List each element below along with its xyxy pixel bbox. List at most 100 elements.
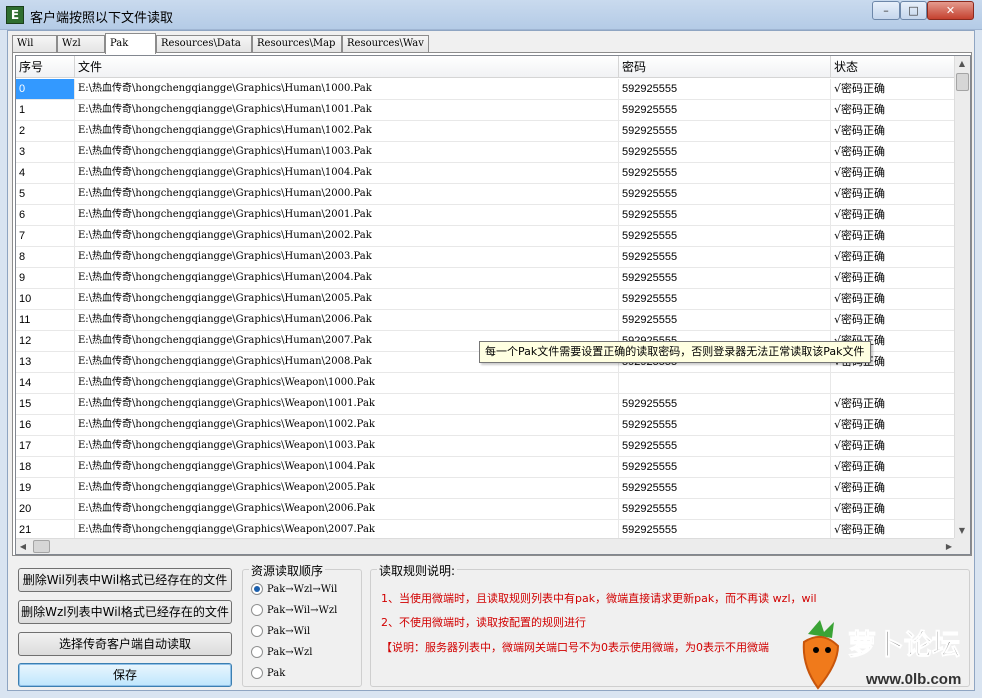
row-status-cell[interactable]: √密码正确 — [831, 100, 956, 120]
table-row[interactable]: 16 E:\热血传奇\hongchengqiangge\Graphics\Weap… — [16, 415, 956, 436]
row-password-cell[interactable]: 592925555 — [619, 268, 831, 288]
row-file-cell[interactable]: E:\热血传奇\hongchengqiangge\Graphics\Weapon… — [75, 436, 619, 456]
row-file-cell[interactable]: E:\热血传奇\hongchengqiangge\Graphics\Human\… — [75, 310, 619, 330]
table-row[interactable]: 7 E:\热血传奇\hongchengqiangge\Graphics\Human… — [16, 226, 956, 247]
row-password-cell[interactable] — [619, 373, 831, 393]
row-password-cell[interactable]: 592925555 — [619, 205, 831, 225]
order-option-4[interactable]: Pak→Wzl — [251, 644, 312, 660]
row-index-cell[interactable]: 18 — [16, 457, 75, 477]
row-file-cell[interactable]: E:\热血传奇\hongchengqiangge\Graphics\Human\… — [75, 247, 619, 267]
row-index-cell[interactable]: 7 — [16, 226, 75, 246]
row-status-cell[interactable]: √密码正确 — [831, 184, 956, 204]
row-status-cell[interactable]: √密码正确 — [831, 310, 956, 330]
row-index-cell[interactable]: 8 — [16, 247, 75, 267]
row-file-cell[interactable]: E:\热血传奇\hongchengqiangge\Graphics\Weapon… — [75, 499, 619, 519]
row-password-cell[interactable]: 592925555 — [619, 310, 831, 330]
row-file-cell[interactable]: E:\热血传奇\hongchengqiangge\Graphics\Human\… — [75, 268, 619, 288]
row-index-cell[interactable]: 9 — [16, 268, 75, 288]
row-index-cell[interactable]: 15 — [16, 394, 75, 414]
scroll-up-icon[interactable]: ▲ — [955, 56, 969, 72]
row-file-cell[interactable]: E:\热血传奇\hongchengqiangge\Graphics\Human\… — [75, 100, 619, 120]
row-password-cell[interactable]: 592925555 — [619, 478, 831, 498]
row-password-cell[interactable]: 592925555 — [619, 121, 831, 141]
row-index-cell[interactable]: 0 — [16, 79, 75, 99]
row-password-cell[interactable]: 592925555 — [619, 415, 831, 435]
row-password-cell[interactable]: 592925555 — [619, 394, 831, 414]
row-status-cell[interactable]: √密码正确 — [831, 394, 956, 414]
vertical-scroll-thumb[interactable] — [956, 73, 969, 91]
row-index-cell[interactable]: 12 — [16, 331, 75, 351]
row-index-cell[interactable]: 6 — [16, 205, 75, 225]
row-status-cell[interactable]: √密码正确 — [831, 121, 956, 141]
tab-resources-data[interactable]: Resources\Data — [156, 35, 252, 53]
column-header-file[interactable]: 文件 — [75, 56, 619, 78]
table-row[interactable]: 3 E:\热血传奇\hongchengqiangge\Graphics\Human… — [16, 142, 956, 163]
row-password-cell[interactable]: 592925555 — [619, 289, 831, 309]
row-file-cell[interactable]: E:\热血传奇\hongchengqiangge\Graphics\Weapon… — [75, 478, 619, 498]
row-file-cell[interactable]: E:\热血传奇\hongchengqiangge\Graphics\Weapon… — [75, 373, 619, 393]
radio-unchecked-icon[interactable] — [251, 646, 263, 658]
delete-wil-button[interactable]: 删除Wil列表中Wil格式已经存在的文件 — [18, 568, 232, 592]
row-status-cell[interactable] — [831, 373, 956, 393]
row-status-cell[interactable]: √密码正确 — [831, 268, 956, 288]
tab-resources-wav[interactable]: Resources\Wav — [342, 35, 429, 53]
vertical-scrollbar[interactable]: ▲ ▼ — [954, 56, 970, 539]
row-password-cell[interactable]: 592925555 — [619, 436, 831, 456]
row-index-cell[interactable]: 14 — [16, 373, 75, 393]
row-index-cell[interactable]: 4 — [16, 163, 75, 183]
delete-wzl-button[interactable]: 删除Wzl列表中Wil格式已经存在的文件 — [18, 600, 232, 624]
radio-unchecked-icon[interactable] — [251, 604, 263, 616]
row-file-cell[interactable]: E:\热血传奇\hongchengqiangge\Graphics\Human\… — [75, 226, 619, 246]
tab-pak[interactable]: Pak — [105, 33, 156, 54]
row-status-cell[interactable]: √密码正确 — [831, 415, 956, 435]
row-index-cell[interactable]: 17 — [16, 436, 75, 456]
row-password-cell[interactable]: 592925555 — [619, 247, 831, 267]
row-index-cell[interactable]: 19 — [16, 478, 75, 498]
row-file-cell[interactable]: E:\热血传奇\hongchengqiangge\Graphics\Human\… — [75, 289, 619, 309]
table-row[interactable]: 6 E:\热血传奇\hongchengqiangge\Graphics\Human… — [16, 205, 956, 226]
table-row[interactable]: 15 E:\热血传奇\hongchengqiangge\Graphics\Weap… — [16, 394, 956, 415]
order-option-2[interactable]: Pak→Wil→Wzl — [251, 602, 337, 618]
row-password-cell[interactable]: 592925555 — [619, 520, 831, 540]
maximize-button[interactable]: □ — [900, 1, 927, 20]
horizontal-scroll-thumb[interactable] — [33, 540, 50, 553]
table-row[interactable]: 4 E:\热血传奇\hongchengqiangge\Graphics\Human… — [16, 163, 956, 184]
row-file-cell[interactable]: E:\热血传奇\hongchengqiangge\Graphics\Human\… — [75, 121, 619, 141]
table-row[interactable]: 20 E:\热血传奇\hongchengqiangge\Graphics\Weap… — [16, 499, 956, 520]
table-row[interactable]: 0 E:\热血传奇\hongchengqiangge\Graphics\Human… — [16, 79, 956, 100]
order-option-5[interactable]: Pak — [251, 665, 285, 681]
row-password-cell[interactable]: 592925555 — [619, 100, 831, 120]
row-password-cell[interactable]: 592925555 — [619, 79, 831, 99]
table-row[interactable]: 8 E:\热血传奇\hongchengqiangge\Graphics\Human… — [16, 247, 956, 268]
order-option-3[interactable]: Pak→Wil — [251, 623, 310, 639]
order-option-1[interactable]: Pak→Wzl→Wil — [251, 581, 337, 597]
row-file-cell[interactable]: E:\热血传奇\hongchengqiangge\Graphics\Weapon… — [75, 457, 619, 477]
row-password-cell[interactable]: 592925555 — [619, 184, 831, 204]
row-file-cell[interactable]: E:\热血传奇\hongchengqiangge\Graphics\Human\… — [75, 142, 619, 162]
row-password-cell[interactable]: 592925555 — [619, 163, 831, 183]
table-row[interactable]: 2 E:\热血传奇\hongchengqiangge\Graphics\Human… — [16, 121, 956, 142]
row-file-cell[interactable]: E:\热血传奇\hongchengqiangge\Graphics\Human\… — [75, 205, 619, 225]
row-status-cell[interactable]: √密码正确 — [831, 478, 956, 498]
table-row[interactable]: 14 E:\热血传奇\hongchengqiangge\Graphics\Weap… — [16, 373, 956, 394]
minimize-button[interactable]: – — [872, 1, 900, 20]
row-file-cell[interactable]: E:\热血传奇\hongchengqiangge\Graphics\Human\… — [75, 79, 619, 99]
row-status-cell[interactable]: √密码正确 — [831, 520, 956, 540]
row-index-cell[interactable]: 2 — [16, 121, 75, 141]
row-file-cell[interactable]: E:\热血传奇\hongchengqiangge\Graphics\Weapon… — [75, 520, 619, 540]
row-status-cell[interactable]: √密码正确 — [831, 247, 956, 267]
row-index-cell[interactable]: 5 — [16, 184, 75, 204]
table-row[interactable]: 9 E:\热血传奇\hongchengqiangge\Graphics\Human… — [16, 268, 956, 289]
table-row[interactable]: 10 E:\热血传奇\hongchengqiangge\Graphics\Huma… — [16, 289, 956, 310]
row-status-cell[interactable]: √密码正确 — [831, 457, 956, 477]
close-button[interactable]: ✕ — [927, 1, 974, 20]
table-row[interactable]: 17 E:\热血传奇\hongchengqiangge\Graphics\Weap… — [16, 436, 956, 457]
column-header-index[interactable]: 序号 — [16, 56, 75, 78]
tab-wil[interactable]: Wil — [12, 35, 57, 53]
row-file-cell[interactable]: E:\热血传奇\hongchengqiangge\Graphics\Human\… — [75, 163, 619, 183]
auto-read-button[interactable]: 选择传奇客户端自动读取 — [18, 632, 232, 656]
row-index-cell[interactable]: 10 — [16, 289, 75, 309]
row-file-cell[interactable]: E:\热血传奇\hongchengqiangge\Graphics\Weapon… — [75, 394, 619, 414]
radio-unchecked-icon[interactable] — [251, 625, 263, 637]
row-password-cell[interactable]: 592925555 — [619, 499, 831, 519]
